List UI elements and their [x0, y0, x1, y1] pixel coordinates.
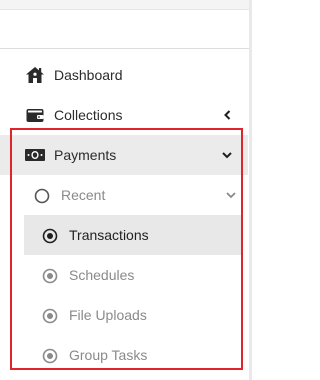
- scrollbar-track[interactable]: [249, 0, 252, 380]
- wallet-icon: [24, 105, 46, 125]
- radio-empty-icon: [34, 188, 50, 204]
- submenu-item-group-tasks[interactable]: Group Tasks: [10, 335, 242, 375]
- money-icon: [24, 145, 46, 165]
- home-icon: [24, 65, 46, 85]
- radio-selected-icon: [42, 228, 58, 244]
- submenu-item-label: File Uploads: [69, 307, 147, 323]
- radio-dot-icon: [42, 308, 58, 324]
- sidebar-item-label: Payments: [54, 147, 117, 163]
- submenu-item-schedules[interactable]: Schedules: [10, 255, 242, 295]
- submenu-group-label: Recent: [61, 187, 106, 203]
- sidebar-item-dashboard[interactable]: Dashboard: [0, 55, 248, 95]
- radio-dot-icon: [42, 348, 58, 364]
- radio-dot-icon: [42, 268, 58, 284]
- sidebar-item-collections[interactable]: Collections: [0, 95, 248, 135]
- sidebar-item-label: Dashboard: [54, 67, 123, 83]
- chevron-left-icon: [220, 108, 234, 122]
- sidebar-item-payments[interactable]: Payments: [0, 135, 248, 175]
- submenu-item-transactions[interactable]: Transactions: [24, 215, 242, 255]
- divider: [0, 48, 252, 49]
- chevron-down-icon: [224, 188, 238, 202]
- sidebar-item-label: Collections: [54, 107, 123, 123]
- submenu-item-file-uploads[interactable]: File Uploads: [10, 295, 242, 335]
- submenu-group-recent[interactable]: Recent: [10, 175, 242, 215]
- submenu-item-label: Transactions: [69, 227, 149, 243]
- sidebar-panel: Dashboard Collections Payments Recent Tr…: [0, 0, 252, 380]
- submenu-item-label: Group Tasks: [69, 347, 148, 363]
- submenu-item-label: Schedules: [69, 267, 135, 283]
- chevron-down-icon: [220, 148, 234, 162]
- top-bar: [0, 0, 252, 10]
